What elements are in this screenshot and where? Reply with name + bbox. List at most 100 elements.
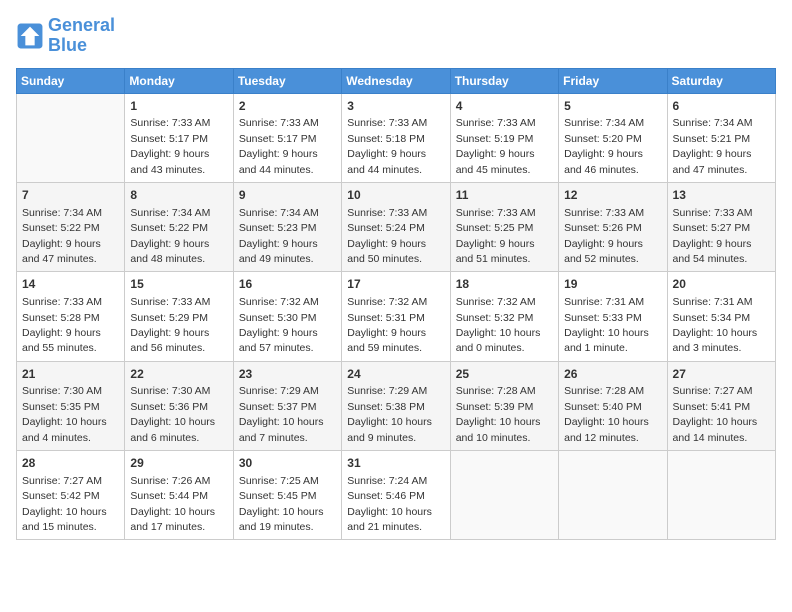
sunrise: Sunrise: 7:34 AM: [22, 207, 102, 219]
day-number: 9: [239, 187, 336, 204]
daylight: Daylight: 9 hours and 55 minutes.: [22, 327, 101, 354]
day-number: 4: [456, 98, 553, 115]
sunset: Sunset: 5:29 PM: [130, 312, 208, 324]
day-number: 17: [347, 276, 444, 293]
sunset: Sunset: 5:27 PM: [673, 222, 751, 234]
calendar-cell: 11Sunrise: 7:33 AMSunset: 5:25 PMDayligh…: [450, 182, 558, 271]
day-number: 1: [130, 98, 227, 115]
day-number: 30: [239, 455, 336, 472]
sunrise: Sunrise: 7:30 AM: [130, 385, 210, 397]
sunrise: Sunrise: 7:33 AM: [130, 296, 210, 308]
day-number: 20: [673, 276, 770, 293]
column-header-tuesday: Tuesday: [233, 68, 341, 93]
daylight: Daylight: 10 hours and 3 minutes.: [673, 327, 758, 354]
daylight: Daylight: 9 hours and 51 minutes.: [456, 238, 535, 265]
calendar-cell: 3 Sunrise: 7:33 AM Sunset: 5:18 PM Daylight…: [342, 93, 450, 182]
calendar-cell: 1 Sunrise: 7:33 AM Sunset: 5:17 PM Daylight…: [125, 93, 233, 182]
sunrise: Sunrise: 7:33 AM: [347, 117, 427, 129]
sunrise: Sunrise: 7:34 AM: [673, 117, 753, 129]
daylight: Daylight: 10 hours and 17 minutes.: [130, 506, 215, 533]
day-number: 29: [130, 455, 227, 472]
calendar-cell: 14 Sunrise: 7:33 AM Sunset: 5:28 PM Dayligh…: [17, 272, 125, 361]
daylight: Daylight: 9 hours and 49 minutes.: [239, 238, 318, 265]
sunset: Sunset: 5:17 PM: [130, 133, 208, 145]
daylight: Daylight: 10 hours and 7 minutes.: [239, 416, 324, 443]
column-header-thursday: Thursday: [450, 68, 558, 93]
sunrise: Sunrise: 7:33 AM: [130, 117, 210, 129]
day-number: 8: [130, 187, 227, 204]
day-number: 18: [456, 276, 553, 293]
sunrise: Sunrise: 7:33 AM: [456, 117, 536, 129]
calendar-cell: 25Sunrise: 7:28 AMSunset: 5:39 PMDayligh…: [450, 361, 558, 450]
column-header-sunday: Sunday: [17, 68, 125, 93]
daylight: Daylight: 9 hours and 43 minutes.: [130, 148, 209, 175]
sunset: Sunset: 5:23 PM: [239, 222, 317, 234]
calendar-cell: 28Sunrise: 7:27 AMSunset: 5:42 PMDayligh…: [17, 451, 125, 540]
daylight: Daylight: 10 hours and 19 minutes.: [239, 506, 324, 533]
sunset: Sunset: 5:38 PM: [347, 401, 425, 413]
sunset: Sunset: 5:30 PM: [239, 312, 317, 324]
calendar-cell: 23Sunrise: 7:29 AMSunset: 5:37 PMDayligh…: [233, 361, 341, 450]
daylight: Daylight: 9 hours and 44 minutes.: [347, 148, 426, 175]
daylight: Daylight: 10 hours and 1 minute.: [564, 327, 649, 354]
sunrise: Sunrise: 7:28 AM: [456, 385, 536, 397]
daylight: Daylight: 10 hours and 15 minutes.: [22, 506, 107, 533]
calendar-cell: 27Sunrise: 7:27 AMSunset: 5:41 PMDayligh…: [667, 361, 775, 450]
sunset: Sunset: 5:26 PM: [564, 222, 642, 234]
daylight: Daylight: 9 hours and 54 minutes.: [673, 238, 752, 265]
daylight: Daylight: 9 hours and 47 minutes.: [22, 238, 101, 265]
sunrise: Sunrise: 7:24 AM: [347, 475, 427, 487]
sunrise: Sunrise: 7:29 AM: [239, 385, 319, 397]
sunrise: Sunrise: 7:33 AM: [347, 207, 427, 219]
sunrise: Sunrise: 7:34 AM: [239, 207, 319, 219]
calendar-cell: 8Sunrise: 7:34 AMSunset: 5:22 PMDaylight…: [125, 182, 233, 271]
calendar-cell: 19Sunrise: 7:31 AMSunset: 5:33 PMDayligh…: [559, 272, 667, 361]
column-header-saturday: Saturday: [667, 68, 775, 93]
calendar-week-4: 21Sunrise: 7:30 AMSunset: 5:35 PMDayligh…: [17, 361, 776, 450]
calendar-cell: 26Sunrise: 7:28 AMSunset: 5:40 PMDayligh…: [559, 361, 667, 450]
day-number: 26: [564, 366, 661, 383]
sunrise: Sunrise: 7:27 AM: [22, 475, 102, 487]
sunset: Sunset: 5:36 PM: [130, 401, 208, 413]
calendar-cell: [667, 451, 775, 540]
daylight: Daylight: 10 hours and 14 minutes.: [673, 416, 758, 443]
daylight: Daylight: 10 hours and 4 minutes.: [22, 416, 107, 443]
sunrise: Sunrise: 7:30 AM: [22, 385, 102, 397]
calendar-cell: 31Sunrise: 7:24 AMSunset: 5:46 PMDayligh…: [342, 451, 450, 540]
day-number: 24: [347, 366, 444, 383]
day-number: 14: [22, 276, 119, 293]
sunset: Sunset: 5:25 PM: [456, 222, 534, 234]
sunset: Sunset: 5:32 PM: [456, 312, 534, 324]
daylight: Daylight: 10 hours and 0 minutes.: [456, 327, 541, 354]
day-number: 31: [347, 455, 444, 472]
day-number: 22: [130, 366, 227, 383]
sunrise: Sunrise: 7:25 AM: [239, 475, 319, 487]
calendar-cell: 22Sunrise: 7:30 AMSunset: 5:36 PMDayligh…: [125, 361, 233, 450]
day-number: 2: [239, 98, 336, 115]
day-number: 28: [22, 455, 119, 472]
calendar-cell: 2Sunrise: 7:33 AMSunset: 5:17 PMDaylight…: [233, 93, 341, 182]
sunrise: Sunrise: 7:26 AM: [130, 475, 210, 487]
sunrise: Sunrise: 7:31 AM: [673, 296, 753, 308]
sunset: Sunset: 5:20 PM: [564, 133, 642, 145]
page-header: General Blue: [16, 16, 776, 56]
day-number: 19: [564, 276, 661, 293]
daylight: Daylight: 9 hours and 44 minutes.: [239, 148, 318, 175]
daylight: Daylight: 9 hours and 59 minutes.: [347, 327, 426, 354]
sunset: Sunset: 5:33 PM: [564, 312, 642, 324]
day-number: 12: [564, 187, 661, 204]
day-number: 13: [673, 187, 770, 204]
sunset: Sunset: 5:28 PM: [22, 312, 100, 324]
calendar-week-2: 7Sunrise: 7:34 AMSunset: 5:22 PMDaylight…: [17, 182, 776, 271]
calendar-cell: 4Sunrise: 7:33 AMSunset: 5:19 PMDaylight…: [450, 93, 558, 182]
day-number: 6: [673, 98, 770, 115]
calendar-cell: 12Sunrise: 7:33 AMSunset: 5:26 PMDayligh…: [559, 182, 667, 271]
sunset: Sunset: 5:18 PM: [347, 133, 425, 145]
sunrise: Sunrise: 7:32 AM: [347, 296, 427, 308]
calendar-cell: 18Sunrise: 7:32 AMSunset: 5:32 PMDayligh…: [450, 272, 558, 361]
sunset: Sunset: 5:34 PM: [673, 312, 751, 324]
day-number: 3: [347, 98, 444, 115]
sunrise: Sunrise: 7:33 AM: [22, 296, 102, 308]
sunset: Sunset: 5:46 PM: [347, 490, 425, 502]
calendar-cell: 9 Sunrise: 7:34 AM Sunset: 5:23 PM Daylight…: [233, 182, 341, 271]
